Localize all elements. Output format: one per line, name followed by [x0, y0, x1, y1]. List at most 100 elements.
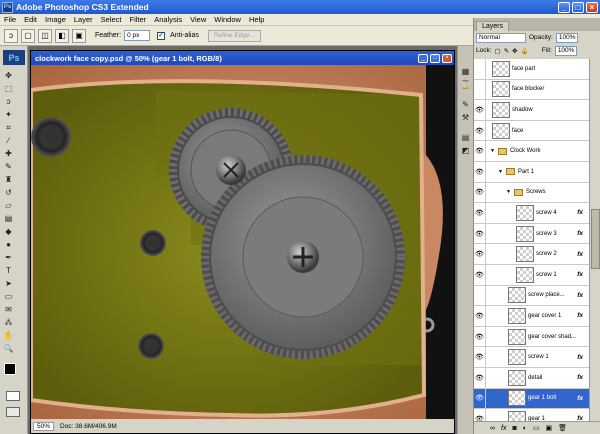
shape-tool-icon[interactable]: ▭	[3, 291, 14, 302]
menu-select[interactable]: Select	[97, 15, 126, 24]
layer-effects-icon[interactable]: fx	[577, 230, 583, 237]
brush-tool-icon[interactable]: ✎	[3, 161, 14, 172]
layer-thumbnail[interactable]	[492, 101, 510, 118]
tab-layers[interactable]: Layers	[476, 21, 510, 31]
layer-row[interactable]: face blocker	[474, 79, 589, 101]
menu-window[interactable]: Window	[210, 15, 245, 24]
layer-thumbnail[interactable]	[508, 328, 526, 345]
intersect-selection-icon[interactable]: ▣	[72, 28, 86, 43]
layer-row[interactable]: 👁 screw 3 fx	[474, 223, 589, 245]
visibility-eye-icon[interactable]: 👁	[474, 409, 486, 421]
doc-maximize-button[interactable]: □	[430, 53, 440, 63]
visibility-eye-icon[interactable]	[474, 59, 486, 79]
layers-scroll-thumb[interactable]	[591, 209, 600, 269]
type-tool-icon[interactable]: T	[3, 265, 14, 276]
layer-effects-icon[interactable]: fx	[577, 209, 583, 216]
layer-thumbnail[interactable]	[492, 81, 510, 98]
clone-stamp-icon[interactable]: ♜	[3, 174, 14, 185]
layer-mask-icon[interactable]: ◙	[512, 425, 516, 432]
layer-thumbnail[interactable]	[508, 349, 526, 366]
layer-thumbnail[interactable]	[516, 204, 534, 221]
foreground-color-swatch[interactable]	[4, 363, 16, 375]
new-selection-icon[interactable]: ▢	[21, 28, 35, 43]
maximize-button[interactable]: □	[572, 1, 584, 13]
layer-row[interactable]: 👁 screw 4 fx	[474, 203, 589, 224]
doc-close-button[interactable]: ×	[442, 53, 452, 63]
layer-thumbnail[interactable]	[508, 390, 526, 407]
visibility-eye-icon[interactable]: 👁	[474, 161, 486, 182]
blur-tool-icon[interactable]: ◆	[3, 226, 14, 237]
visibility-eye-icon[interactable]: 👁	[474, 203, 486, 223]
fill-input[interactable]: 100%	[554, 45, 577, 56]
visibility-eye-icon[interactable]: 👁	[474, 120, 486, 141]
group-expand-icon[interactable]: ▼	[506, 189, 511, 195]
history-brush-icon[interactable]: ↺	[3, 187, 14, 198]
screen-mode-icon[interactable]	[6, 407, 20, 417]
layer-row[interactable]: 👁 screw 1 fx	[474, 264, 589, 286]
menu-layer[interactable]: Layer	[70, 15, 97, 24]
lock-transparent-icon[interactable]: ▢	[495, 47, 501, 55]
zoom-tool-icon[interactable]: 🔍	[3, 343, 14, 354]
layer-thumbnail[interactable]	[508, 369, 526, 386]
dock-tool-presets-icon[interactable]: ⚒	[460, 112, 471, 123]
gradient-tool-icon[interactable]: ▤	[3, 213, 14, 224]
minimize-button[interactable]: _	[558, 1, 570, 13]
lasso-tool-icon[interactable]: ↄ	[3, 96, 14, 107]
menu-file[interactable]: File	[0, 15, 20, 24]
dock-brush-icon[interactable]: ✎	[460, 99, 471, 110]
layer-group-row[interactable]: 👁 ▼ Part 1	[474, 161, 589, 183]
visibility-eye-icon[interactable]: 👁	[474, 244, 486, 264]
visibility-eye-icon[interactable]: 👁	[474, 223, 486, 244]
new-group-icon[interactable]: ▭	[533, 424, 540, 432]
antialias-checkbox[interactable]: ✓	[157, 31, 166, 40]
layer-effects-icon[interactable]: fx	[577, 251, 583, 258]
visibility-eye-icon[interactable]: 👁	[474, 100, 486, 120]
blend-mode-select[interactable]: Normal	[476, 32, 526, 43]
eraser-tool-icon[interactable]: ▱	[3, 200, 14, 211]
layer-row[interactable]: 👁 screw 1 fx	[474, 347, 589, 368]
delete-layer-icon[interactable]: 🗑	[558, 424, 567, 432]
pen-tool-icon[interactable]: ✒	[3, 252, 14, 263]
layer-row[interactable]: 👁 shadow	[474, 100, 589, 121]
layer-row[interactable]: 👁 face	[474, 120, 589, 142]
layer-effects-icon[interactable]: fx	[577, 292, 583, 299]
dock-navigator-icon[interactable]: ▦	[460, 66, 471, 77]
lock-position-icon[interactable]: ✥	[512, 47, 517, 55]
dodge-tool-icon[interactable]: ●	[3, 239, 14, 250]
notes-tool-icon[interactable]: ✉	[3, 304, 14, 315]
add-selection-icon[interactable]: ◫	[38, 28, 52, 43]
path-selection-icon[interactable]: ➤	[3, 278, 14, 289]
eyedropper-icon[interactable]: ⁂	[3, 317, 14, 328]
layer-thumbnail[interactable]	[508, 307, 526, 324]
dock-swatches-icon[interactable]: ▤	[460, 132, 471, 143]
layer-row[interactable]: 👁 gear 1 bolt fx	[474, 388, 589, 410]
visibility-eye-icon[interactable]: 👁	[474, 347, 486, 367]
new-layer-icon[interactable]: ▣	[546, 424, 553, 432]
healing-brush-icon[interactable]: ✚	[3, 148, 14, 159]
magic-wand-icon[interactable]: ✦	[3, 109, 14, 120]
menu-analysis[interactable]: Analysis	[150, 15, 186, 24]
marquee-tool-icon[interactable]: ⬚	[3, 83, 14, 94]
hand-tool-icon[interactable]: ✋	[3, 330, 14, 341]
layer-thumbnail[interactable]	[508, 287, 526, 304]
layer-group-row[interactable]: 👁 ▼ Screws	[474, 182, 589, 204]
layer-thumbnail[interactable]	[492, 60, 510, 77]
visibility-eye-icon[interactable]: 👁	[474, 141, 486, 161]
group-expand-icon[interactable]: ▼	[490, 148, 495, 154]
visibility-eye-icon[interactable]: 👁	[474, 367, 486, 388]
feather-input[interactable]: 0 px	[124, 30, 151, 41]
visibility-eye-icon[interactable]: 👁	[474, 326, 486, 347]
dock-styles-icon[interactable]: ◩	[460, 145, 471, 156]
layer-row[interactable]: screw place... fx	[474, 285, 589, 307]
layer-style-icon[interactable]: fx	[501, 425, 506, 432]
slice-tool-icon[interactable]: ⁄	[3, 135, 14, 146]
layer-thumbnail[interactable]	[516, 246, 534, 263]
layer-effects-icon[interactable]: fx	[577, 395, 583, 402]
menu-edit[interactable]: Edit	[20, 15, 41, 24]
layer-thumbnail[interactable]	[492, 122, 510, 139]
visibility-eye-icon[interactable]	[474, 79, 486, 100]
layer-effects-icon[interactable]: fx	[577, 271, 583, 278]
layer-row[interactable]: 👁 gear cover shad...	[474, 326, 589, 348]
menu-view[interactable]: View	[186, 15, 210, 24]
layer-row[interactable]: 👁 gear 1 fx	[474, 409, 589, 421]
